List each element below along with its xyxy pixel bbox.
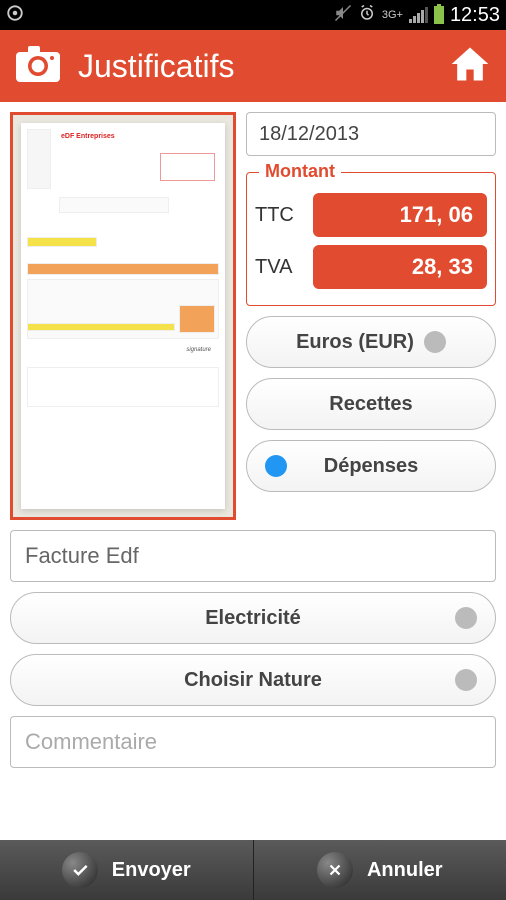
camera-icon[interactable]: [14, 44, 62, 89]
network-type-label: 3G+: [382, 9, 403, 21]
tva-label: TVA: [255, 256, 313, 279]
app-bar: Justificatifs: [0, 30, 506, 102]
currency-label: Euros (EUR): [296, 331, 414, 354]
radio-dot-icon: [455, 669, 477, 691]
signal-icon: [409, 7, 428, 23]
comment-input[interactable]: Commentaire: [10, 716, 496, 768]
nature-selector[interactable]: Choisir Nature: [10, 654, 496, 706]
amount-fieldset: Montant TTC 171, 06 TVA 28, 33: [246, 172, 496, 306]
recettes-label: Recettes: [329, 393, 412, 416]
receipt-photo[interactable]: eDF Entreprises signature: [10, 112, 236, 520]
recettes-button[interactable]: Recettes: [246, 378, 496, 430]
radio-dot-selected-icon: [265, 455, 287, 477]
amount-legend: Montant: [259, 161, 341, 182]
check-icon: [62, 852, 98, 888]
bottom-bar: Envoyer Annuler: [0, 840, 506, 900]
radio-dot-icon: [424, 331, 446, 353]
close-icon: [317, 852, 353, 888]
cancel-label: Annuler: [367, 859, 443, 882]
app-indicator-icon: [6, 4, 24, 26]
tva-input[interactable]: 28, 33: [313, 245, 487, 289]
home-icon[interactable]: [448, 42, 492, 91]
alarm-icon: [358, 4, 376, 26]
send-label: Envoyer: [112, 859, 191, 882]
cancel-button[interactable]: Annuler: [254, 840, 506, 900]
mute-icon: [334, 4, 352, 26]
ttc-label: TTC: [255, 204, 313, 227]
category-label: Electricité: [205, 607, 301, 630]
currency-selector[interactable]: Euros (EUR): [246, 316, 496, 368]
date-value: 18/12/2013: [259, 123, 359, 146]
date-field[interactable]: 18/12/2013: [246, 112, 496, 156]
depenses-label: Dépenses: [324, 455, 419, 478]
ttc-input[interactable]: 171, 06: [313, 193, 487, 237]
send-button[interactable]: Envoyer: [0, 840, 254, 900]
comment-placeholder: Commentaire: [25, 729, 157, 755]
clock-label: 12:53: [450, 4, 500, 27]
page-title: Justificatifs: [78, 48, 432, 85]
depenses-button[interactable]: Dépenses: [246, 440, 496, 492]
description-value: Facture Edf: [25, 543, 139, 569]
nature-label: Choisir Nature: [184, 669, 322, 692]
status-bar: 3G+ 12:53: [0, 0, 506, 30]
description-input[interactable]: Facture Edf: [10, 530, 496, 582]
battery-icon: [434, 6, 444, 24]
category-selector[interactable]: Electricité: [10, 592, 496, 644]
radio-dot-icon: [455, 607, 477, 629]
